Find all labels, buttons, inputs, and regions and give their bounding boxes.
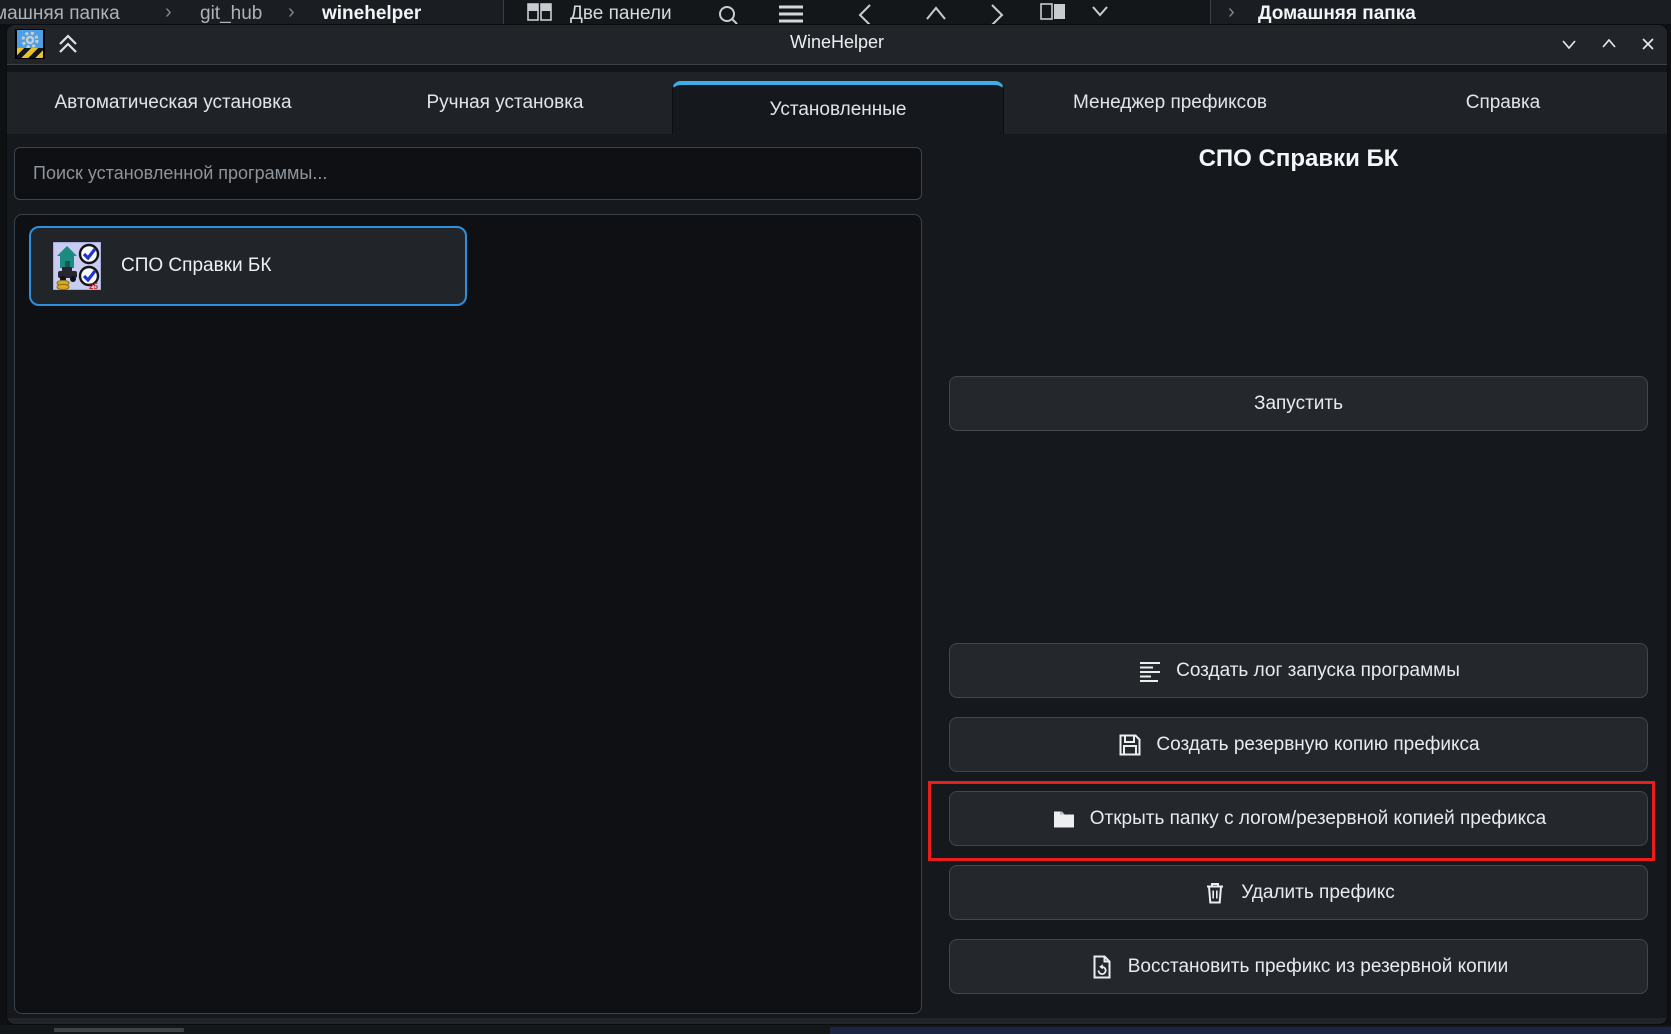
tab-bar: Автоматическая установка Ручная установк… bbox=[7, 72, 1667, 134]
breadcrumb-chevron-icon: › bbox=[165, 1, 172, 24]
backup-prefix-button[interactable]: Создать резервную копию префикса bbox=[949, 717, 1648, 772]
breadcrumb-current-winehelper[interactable]: winehelper bbox=[322, 3, 421, 24]
pane-divider bbox=[1210, 0, 1211, 24]
run-button-label: Запустить bbox=[1254, 393, 1343, 415]
installed-programs-list: 25 СПО Справки БК bbox=[14, 214, 922, 1014]
breadcrumb-parent-folder[interactable]: машняя папка bbox=[0, 3, 120, 24]
program-icon: 25 bbox=[53, 242, 101, 290]
tab-installed[interactable]: Установленные bbox=[672, 81, 1004, 134]
titlebar[interactable]: WineHelper bbox=[7, 25, 1667, 64]
up-arrow-icon[interactable] bbox=[924, 3, 948, 23]
tab-manual-install[interactable]: Ручная установка bbox=[339, 72, 671, 134]
backup-prefix-label: Создать резервную копию префикса bbox=[1156, 734, 1479, 756]
chevron-down-icon[interactable] bbox=[1090, 3, 1110, 19]
breadcrumb-home-folder[interactable]: Домашняя папка bbox=[1258, 3, 1416, 24]
restore-icon bbox=[1089, 954, 1115, 980]
dual-pane-icon[interactable] bbox=[527, 3, 553, 23]
tab-auto-install[interactable]: Автоматическая установка bbox=[7, 72, 339, 134]
run-button[interactable]: Запустить bbox=[949, 376, 1648, 431]
restore-prefix-label: Восстановить префикс из резервной копии bbox=[1128, 956, 1509, 978]
statusbar-text-cut bbox=[54, 1028, 184, 1032]
titlebar-separator bbox=[7, 64, 1667, 72]
background-statusbar bbox=[0, 1025, 1671, 1034]
forward-arrow-icon[interactable] bbox=[988, 3, 1006, 24]
log-icon bbox=[1137, 658, 1163, 684]
icon-badge: 25 bbox=[89, 282, 98, 290]
breadcrumb-chevron-icon: › bbox=[288, 1, 295, 24]
close-button[interactable] bbox=[1638, 34, 1660, 56]
winehelper-window: WineHelper Автоматическая установка Ручн… bbox=[6, 24, 1668, 1025]
create-log-label: Создать лог запуска программы bbox=[1176, 660, 1460, 682]
delete-prefix-label: Удалить префикс bbox=[1241, 882, 1395, 904]
delete-prefix-button[interactable]: Удалить префикс bbox=[949, 865, 1648, 920]
back-arrow-icon[interactable] bbox=[856, 3, 874, 24]
create-log-button[interactable]: Создать лог запуска программы bbox=[949, 643, 1648, 698]
minimize-button[interactable] bbox=[1559, 34, 1581, 56]
list-item-spo-spravki-bk[interactable]: 25 СПО Справки БК bbox=[29, 226, 467, 306]
program-name: СПО Справки БК bbox=[121, 255, 271, 277]
hamburger-menu-icon[interactable] bbox=[777, 3, 805, 24]
search-input[interactable] bbox=[14, 147, 922, 200]
search-icon[interactable] bbox=[716, 3, 740, 24]
folder-icon bbox=[1051, 806, 1077, 832]
split-view-icon[interactable] bbox=[1040, 3, 1066, 23]
installed-tab-content: 25 СПО Справки БК СПО Справки БК Запусти… bbox=[7, 134, 1667, 1018]
selected-program-title: СПО Справки БК bbox=[949, 145, 1648, 189]
breadcrumb-git-hub[interactable]: git_hub bbox=[200, 3, 262, 24]
open-folder-button[interactable]: Открыть папку с логом/резервной копией п… bbox=[949, 791, 1648, 846]
tab-help[interactable]: Справка bbox=[1337, 72, 1668, 134]
breadcrumb-chevron-icon: › bbox=[1228, 1, 1235, 24]
save-icon bbox=[1117, 732, 1143, 758]
maximize-button[interactable] bbox=[1599, 34, 1621, 56]
statusbar-selection-bar bbox=[830, 1027, 1671, 1034]
background-file-manager-toolbar: машняя папка › git_hub › winehelper Две … bbox=[0, 0, 1671, 24]
dual-pane-label[interactable]: Две панели bbox=[570, 3, 672, 24]
trash-icon bbox=[1202, 880, 1228, 906]
tab-prefix-manager[interactable]: Менеджер префиксов bbox=[1004, 72, 1336, 134]
open-folder-label: Открыть папку с логом/резервной копией п… bbox=[1090, 808, 1547, 830]
restore-prefix-button[interactable]: Восстановить префикс из резервной копии bbox=[949, 939, 1648, 994]
toolbar-divider bbox=[503, 0, 504, 24]
window-title: WineHelper bbox=[7, 32, 1667, 53]
